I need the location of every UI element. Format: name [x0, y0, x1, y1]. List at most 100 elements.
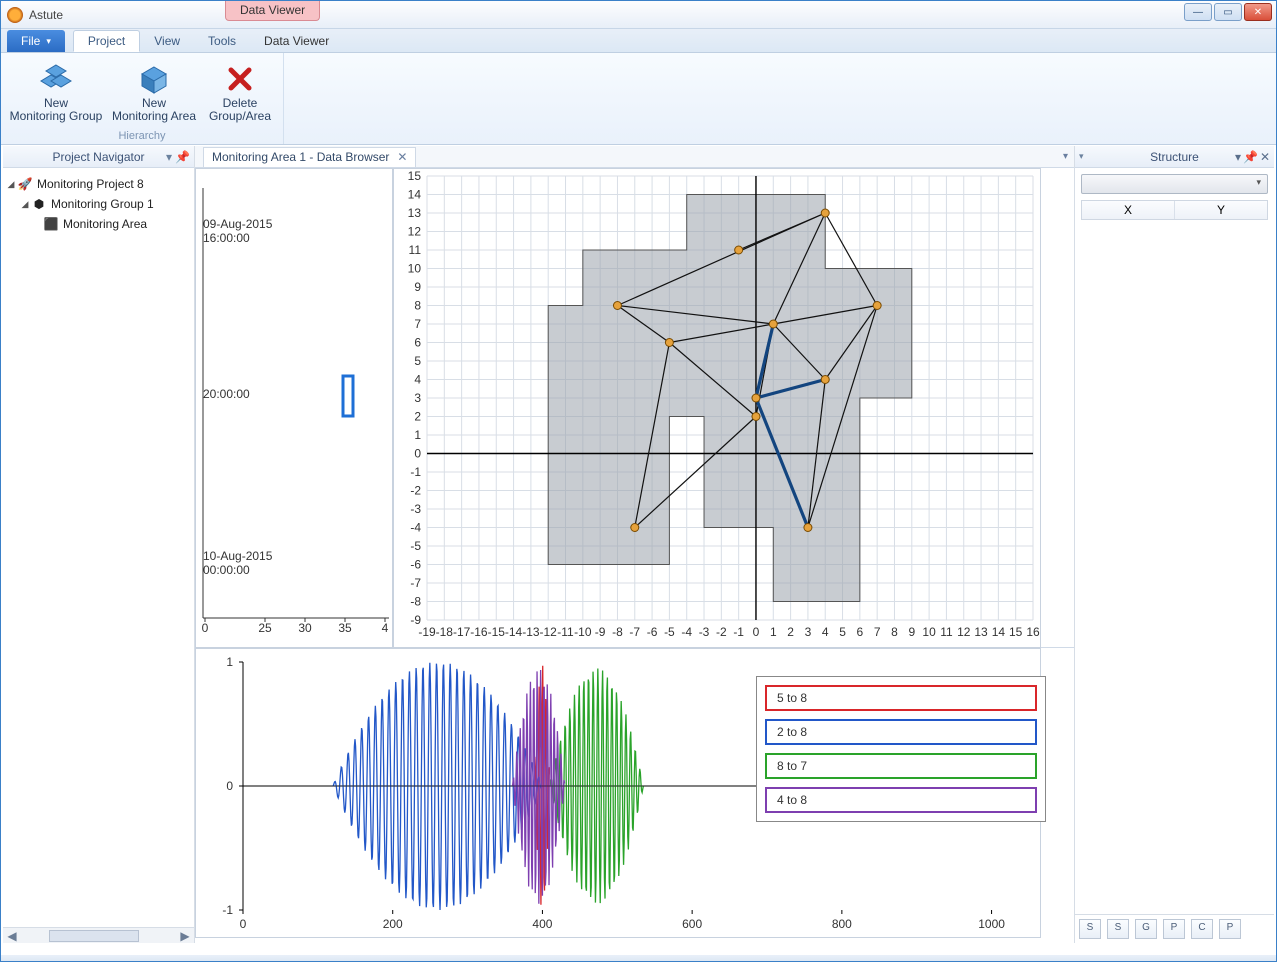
- svg-text:-8: -8: [612, 625, 623, 639]
- svg-text:0: 0: [753, 625, 760, 639]
- svg-text:11: 11: [940, 625, 953, 639]
- svg-text:9: 9: [908, 625, 915, 639]
- svg-text:1: 1: [770, 625, 777, 639]
- pin-icon[interactable]: 📌: [1243, 150, 1258, 164]
- timeline-chart[interactable]: 09-Aug-201516:00:0020:00:0010-Aug-201500…: [195, 168, 393, 647]
- svg-text:10-Aug-2015: 10-Aug-2015: [203, 549, 273, 563]
- structure-selector[interactable]: [1081, 174, 1268, 194]
- scroll-thumb[interactable]: [49, 930, 139, 942]
- scroll-left-icon[interactable]: ◀: [5, 929, 19, 943]
- svg-text:-7: -7: [410, 576, 421, 590]
- svg-text:0: 0: [240, 917, 247, 931]
- waveform-legend: 5 to 8 2 to 8 8 to 7 4 to 8: [756, 676, 1046, 822]
- new-area-label: New Monitoring Area: [112, 97, 196, 123]
- legend-item: 5 to 8: [765, 685, 1037, 711]
- project-tree[interactable]: ◢ 🚀 Monitoring Project 8 ◢ ⬢ Monitoring …: [3, 168, 194, 240]
- new-group-label: New Monitoring Group: [10, 97, 103, 123]
- mini-tab[interactable]: C: [1191, 919, 1213, 939]
- svg-text:09-Aug-2015: 09-Aug-2015: [203, 217, 273, 231]
- window-title: Astute: [29, 8, 63, 22]
- svg-text:4: 4: [414, 373, 421, 387]
- mini-tab[interactable]: S: [1079, 919, 1101, 939]
- maximize-button[interactable]: ▭: [1214, 3, 1242, 21]
- svg-text:10: 10: [922, 625, 936, 639]
- tree-item-area[interactable]: ⬛ Monitoring Area: [5, 214, 192, 234]
- tab-project[interactable]: Project: [73, 30, 140, 52]
- cube-blue-icon: [138, 63, 170, 95]
- main-area: Project Navigator ▾📌 ◢ 🚀 Monitoring Proj…: [3, 146, 1274, 943]
- legend-item: 2 to 8: [765, 719, 1037, 745]
- file-menu[interactable]: File: [7, 30, 65, 52]
- close-button[interactable]: ✕: [1244, 3, 1272, 21]
- svg-text:-5: -5: [664, 625, 675, 639]
- minimize-button[interactable]: —: [1184, 3, 1212, 21]
- svg-text:-6: -6: [410, 558, 421, 572]
- svg-text:1: 1: [414, 428, 421, 442]
- legend-item: 4 to 8: [765, 787, 1037, 813]
- svg-text:-19: -19: [418, 625, 436, 639]
- svg-text:600: 600: [682, 917, 702, 931]
- tree-item-group[interactable]: ◢ ⬢ Monitoring Group 1: [5, 194, 192, 214]
- mini-tab[interactable]: P: [1163, 919, 1185, 939]
- svg-text:8: 8: [414, 299, 421, 313]
- structure-pane: ▾ Structure ▾📌✕ X Y S S G P C P: [1074, 146, 1274, 943]
- new-monitoring-area-button[interactable]: New Monitoring Area: [107, 59, 201, 130]
- svg-text:-11: -11: [557, 625, 574, 639]
- svg-text:0: 0: [202, 621, 209, 635]
- svg-text:14: 14: [408, 188, 422, 202]
- svg-text:-17: -17: [453, 625, 471, 639]
- svg-text:3: 3: [414, 391, 421, 405]
- svg-text:-10: -10: [574, 625, 592, 639]
- project-navigator-header: Project Navigator ▾📌: [3, 146, 194, 168]
- svg-text:-9: -9: [410, 613, 421, 627]
- context-tab-data-viewer[interactable]: Data Viewer: [225, 1, 320, 21]
- tree-item-project[interactable]: ◢ 🚀 Monitoring Project 8: [5, 174, 192, 194]
- svg-text:2: 2: [414, 410, 421, 424]
- panel-menu-icon[interactable]: ▾: [166, 150, 172, 164]
- right-tab-strip: S S G P C P: [1075, 914, 1274, 943]
- tab-data-viewer[interactable]: Data Viewer: [250, 30, 343, 52]
- horizontal-scrollbar[interactable]: ◀ ▶: [3, 927, 194, 943]
- svg-text:35: 35: [338, 621, 352, 635]
- document-tab[interactable]: Monitoring Area 1 - Data Browser ✕: [203, 147, 416, 167]
- project-navigator-pane: Project Navigator ▾📌 ◢ 🚀 Monitoring Proj…: [3, 146, 195, 943]
- scroll-right-icon[interactable]: ▶: [178, 929, 192, 943]
- svg-text:5: 5: [839, 625, 846, 639]
- caret-icon[interactable]: ◢: [5, 179, 17, 190]
- svg-text:-2: -2: [410, 484, 421, 498]
- pin-icon[interactable]: 📌: [175, 150, 190, 164]
- tab-tools[interactable]: Tools: [194, 30, 250, 52]
- svg-text:16:00:00: 16:00:00: [203, 231, 250, 245]
- tree-label: Monitoring Group 1: [51, 197, 154, 211]
- svg-text:-4: -4: [410, 521, 421, 535]
- svg-text:00:00:00: 00:00:00: [203, 563, 250, 577]
- window-controls: — ▭ ✕: [1184, 3, 1272, 21]
- panel-menu-icon[interactable]: ▾: [1079, 151, 1084, 162]
- svg-text:-2: -2: [716, 625, 727, 639]
- delete-group-area-button[interactable]: Delete Group/Area: [205, 59, 275, 130]
- document-tab-menu-icon[interactable]: ▾: [1063, 151, 1068, 162]
- status-bar: [1, 955, 1276, 961]
- cubes-blue-icon: [40, 63, 72, 95]
- new-monitoring-group-button[interactable]: New Monitoring Group: [9, 59, 103, 130]
- svg-text:-6: -6: [647, 625, 658, 639]
- svg-text:-1: -1: [733, 625, 744, 639]
- column-y[interactable]: Y: [1175, 201, 1267, 219]
- svg-text:-18: -18: [436, 625, 454, 639]
- svg-text:1: 1: [226, 655, 233, 669]
- column-x[interactable]: X: [1082, 201, 1175, 219]
- tab-view[interactable]: View: [140, 30, 194, 52]
- mini-tab[interactable]: G: [1135, 919, 1157, 939]
- svg-text:7: 7: [414, 317, 421, 331]
- close-tab-icon[interactable]: ✕: [397, 150, 407, 164]
- svg-text:-1: -1: [410, 465, 421, 479]
- svg-text:1000: 1000: [978, 917, 1005, 931]
- mini-tab[interactable]: P: [1219, 919, 1241, 939]
- network-chart[interactable]: -19-18-17-16-15-14-13-12-11-10-9-8-7-6-5…: [393, 168, 1074, 647]
- waveform-chart[interactable]: 02004006008001000-101 5 to 8 2 to 8 8 to…: [195, 648, 1074, 943]
- close-panel-icon[interactable]: ✕: [1260, 150, 1270, 164]
- svg-text:20:00:00: 20:00:00: [203, 387, 250, 401]
- mini-tab[interactable]: S: [1107, 919, 1129, 939]
- panel-menu-icon[interactable]: ▾: [1235, 150, 1241, 164]
- caret-icon[interactable]: ◢: [19, 199, 31, 210]
